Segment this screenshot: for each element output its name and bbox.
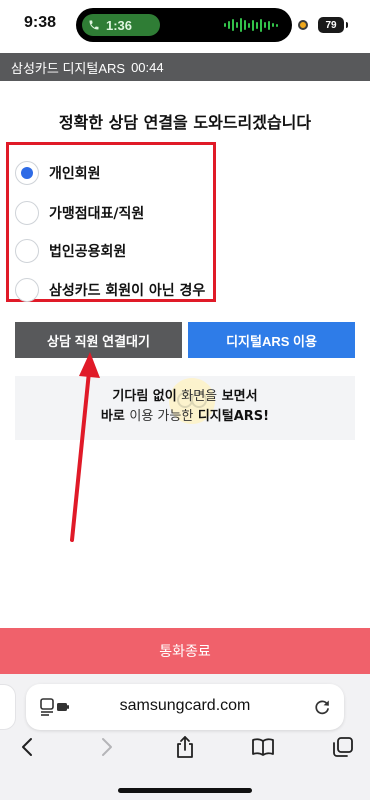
back-icon	[22, 738, 32, 756]
end-call-button[interactable]: 통화종료	[0, 628, 370, 674]
forward-button[interactable]	[94, 734, 120, 760]
option-non-member[interactable]: 삼성카드 회원이 아닌 경우	[15, 277, 205, 303]
option-label: 삼성카드 회원이 아닌 경우	[49, 283, 206, 299]
url-text: samsungcard.com	[119, 697, 251, 714]
back-button[interactable]	[14, 734, 40, 760]
info-text: 이용 가능한	[129, 409, 194, 424]
info-line-2: 바로 이용 가능한 디지털ARS!	[15, 405, 355, 424]
option-individual[interactable]: 개인회원	[15, 160, 101, 186]
session-timer: 00:44	[131, 59, 164, 75]
info-line-1: 기다림 없이 화면을 보면서	[15, 385, 355, 404]
status-time: 9:38	[24, 14, 57, 31]
call-timer: 1:36	[106, 17, 133, 33]
phone-icon	[89, 20, 99, 30]
radio-corporate[interactable]	[15, 239, 39, 263]
option-label: 가맹점대표/직원	[49, 206, 145, 222]
info-text: 기다림 없이	[112, 389, 177, 404]
share-button[interactable]	[172, 734, 198, 760]
previous-tab-peek[interactable]	[0, 684, 16, 730]
share-icon	[177, 736, 193, 758]
info-banner: 기다림 없이 화면을 보면서 바로 이용 가능한 디지털ARS!	[15, 376, 355, 440]
forward-icon	[102, 738, 112, 756]
dynamic-island[interactable]: 1:36	[76, 8, 292, 42]
info-text: 디지털ARS!	[197, 409, 270, 424]
option-corporate[interactable]: 법인공용회원	[15, 238, 126, 264]
option-label: 법인공용회원	[49, 244, 127, 260]
status-bar: 9:38 1:36 79	[0, 0, 370, 50]
home-indicator	[118, 788, 252, 793]
call-indicator[interactable]: 1:36	[82, 14, 160, 36]
bookmarks-icon	[252, 738, 274, 756]
service-name: 삼성카드 디지털ARS	[11, 60, 126, 76]
info-text: 화면을	[181, 389, 218, 404]
orange-indicator-icon	[298, 20, 308, 30]
option-label: 개인회원	[49, 166, 101, 182]
tabs-icon	[333, 737, 353, 757]
battery-icon: 79	[318, 17, 348, 33]
audio-wave-icon	[224, 17, 278, 33]
option-merchant[interactable]: 가맹점대표/직원	[15, 200, 144, 226]
radio-non-member[interactable]	[15, 278, 39, 302]
bookmarks-button[interactable]	[250, 734, 276, 760]
digital-ars-button[interactable]: 디지털ARS 이용	[188, 322, 355, 358]
browser-toolbar: samsungcard.com	[0, 674, 370, 800]
reload-icon[interactable]	[312, 697, 332, 717]
wait-for-agent-button[interactable]: 상담 직원 연결대기	[15, 322, 182, 358]
radio-individual[interactable]	[15, 161, 39, 185]
page-headline: 정확한 상담 연결을 도와드리겠습니다	[58, 113, 312, 132]
info-text: 보면서	[221, 389, 258, 404]
info-text: 바로	[100, 409, 125, 424]
tabs-button[interactable]	[330, 734, 356, 760]
member-type-options: 개인회원 가맹점대표/직원 법인공용회원 삼성카드 회원이 아닌 경우	[6, 142, 216, 302]
radio-merchant[interactable]	[15, 201, 39, 225]
ars-title-bar: 삼성카드 디지털ARS 00:44	[0, 53, 370, 81]
address-bar[interactable]: samsungcard.com	[26, 684, 344, 730]
